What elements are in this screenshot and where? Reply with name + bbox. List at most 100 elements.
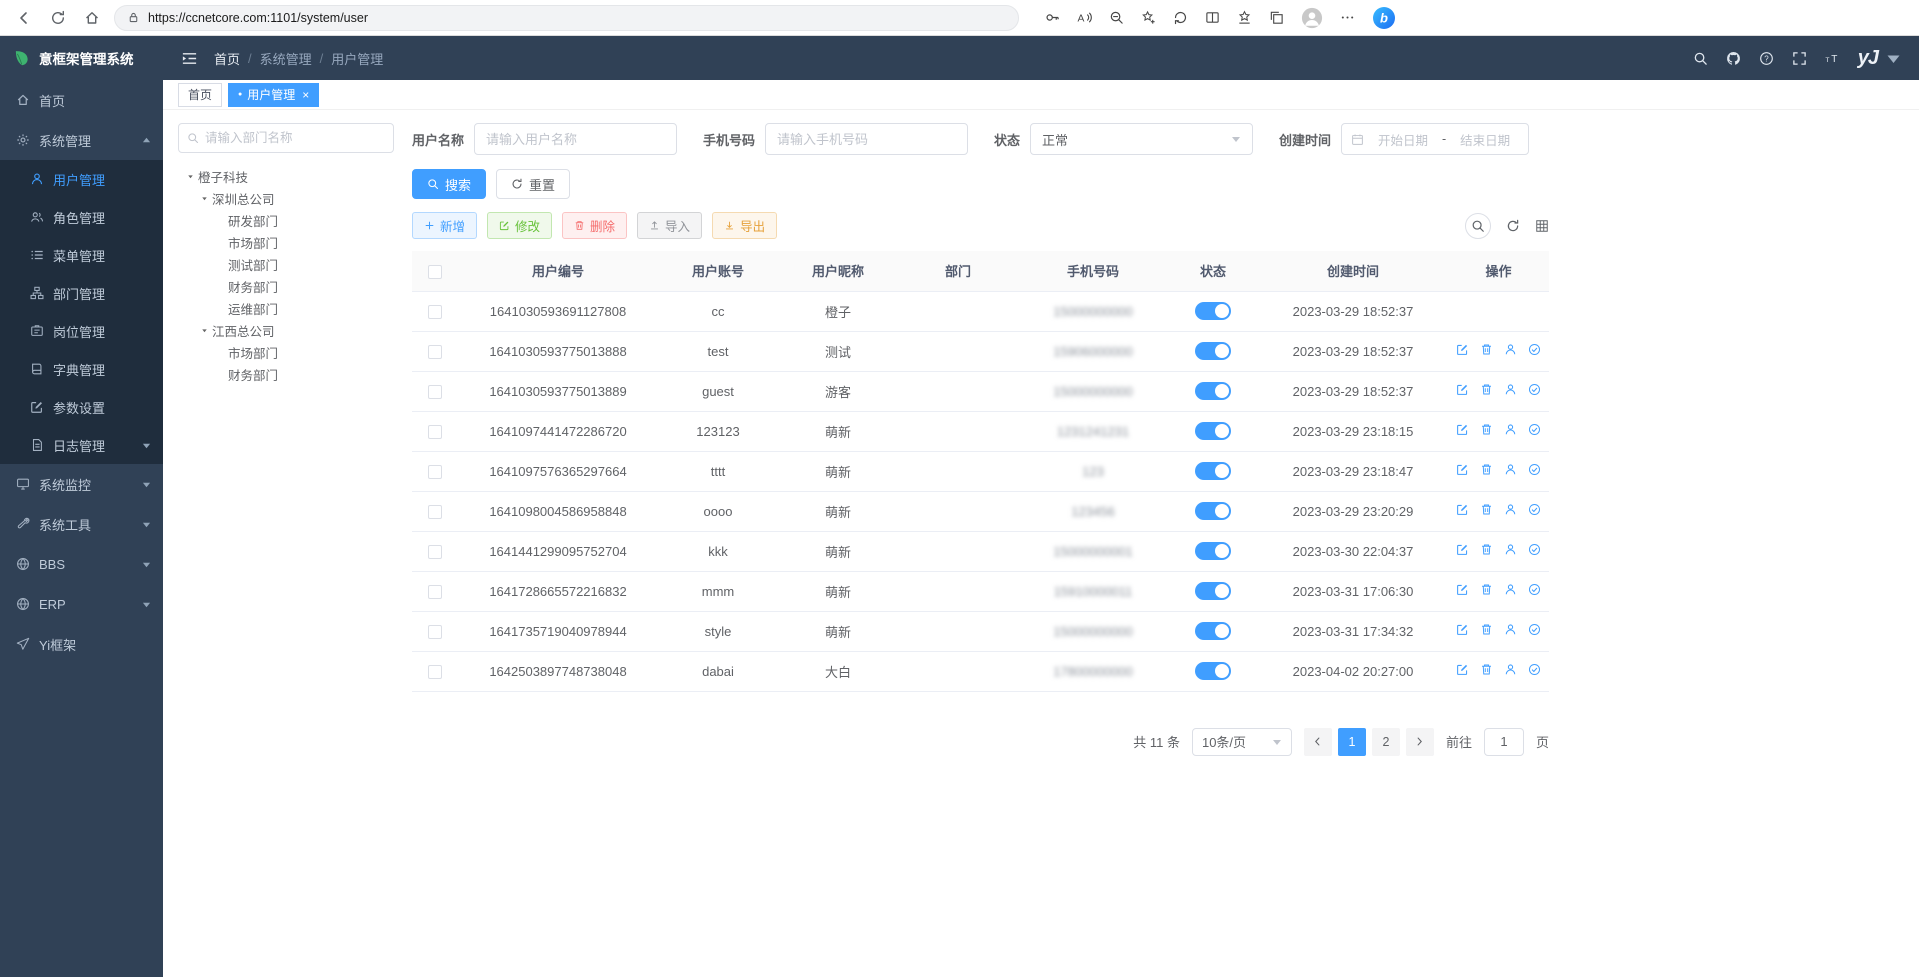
column-settings-icon[interactable] <box>1535 219 1549 233</box>
row-checkbox[interactable] <box>428 665 442 679</box>
edit-icon[interactable] <box>1456 383 1469 396</box>
edit-icon[interactable] <box>1456 663 1469 676</box>
browser-home-icon[interactable] <box>80 6 104 30</box>
status-toggle[interactable] <box>1195 502 1231 520</box>
check-circle-icon[interactable] <box>1528 423 1541 436</box>
status-toggle[interactable] <box>1195 622 1231 640</box>
user-icon[interactable] <box>1504 503 1517 516</box>
tree-node[interactable]: 财务部门 <box>178 275 394 297</box>
row-checkbox[interactable] <box>428 345 442 359</box>
dept-search-input[interactable] <box>205 131 385 145</box>
tab-item[interactable]: 首页 <box>178 83 222 107</box>
tree-node[interactable]: 橙子科技 <box>178 165 394 187</box>
sidebar-item[interactable]: Yi框架 <box>0 624 163 664</box>
tree-node[interactable]: 财务部门 <box>178 363 394 385</box>
edit-icon[interactable] <box>1456 503 1469 516</box>
row-checkbox[interactable] <box>428 505 442 519</box>
add-button[interactable]: 新增 <box>412 212 477 239</box>
edit-icon[interactable] <box>1456 343 1469 356</box>
row-checkbox[interactable] <box>428 385 442 399</box>
header-search-icon[interactable] <box>1693 51 1708 66</box>
tree-node[interactable]: 市场部门 <box>178 231 394 253</box>
page-number-button[interactable]: 1 <box>1338 728 1366 756</box>
edit-icon[interactable] <box>1456 423 1469 436</box>
status-toggle[interactable] <box>1195 542 1231 560</box>
check-circle-icon[interactable] <box>1528 463 1541 476</box>
collections-icon[interactable] <box>1269 10 1284 25</box>
bing-icon[interactable]: b <box>1372 6 1396 30</box>
user-icon[interactable] <box>1504 663 1517 676</box>
next-page-button[interactable] <box>1406 728 1434 756</box>
sidebar-item[interactable]: 首页 <box>0 80 163 120</box>
delete-icon[interactable] <box>1480 503 1493 516</box>
tree-node[interactable]: 测试部门 <box>178 253 394 275</box>
sidebar-item[interactable]: 系统管理 <box>0 120 163 160</box>
user-avatar[interactable]: yJ <box>1858 47 1878 70</box>
delete-icon[interactable] <box>1480 383 1493 396</box>
delete-button[interactable]: 删除 <box>562 212 627 239</box>
status-toggle[interactable] <box>1195 382 1231 400</box>
tree-node[interactable]: 运维部门 <box>178 297 394 319</box>
history-icon[interactable] <box>1173 10 1188 25</box>
tab-close-icon[interactable]: × <box>302 88 309 102</box>
sidebar-item[interactable]: 岗位管理 <box>0 312 163 350</box>
status-toggle[interactable] <box>1195 302 1231 320</box>
help-icon[interactable]: ? <box>1759 51 1774 66</box>
select-all-checkbox[interactable] <box>428 265 442 279</box>
row-checkbox[interactable] <box>428 425 442 439</box>
delete-icon[interactable] <box>1480 343 1493 356</box>
row-checkbox[interactable] <box>428 585 442 599</box>
status-toggle[interactable] <box>1195 422 1231 440</box>
font-size-icon[interactable]: TT <box>1825 51 1840 66</box>
date-range-picker[interactable]: 开始日期 - 结束日期 <box>1341 123 1529 155</box>
sidebar-item[interactable]: 系统监控 <box>0 464 163 504</box>
check-circle-icon[interactable] <box>1528 623 1541 636</box>
sidebar-item[interactable]: 菜单管理 <box>0 236 163 274</box>
delete-icon[interactable] <box>1480 583 1493 596</box>
delete-icon[interactable] <box>1480 463 1493 476</box>
status-toggle[interactable] <box>1195 662 1231 680</box>
user-icon[interactable] <box>1504 463 1517 476</box>
refresh-table-icon[interactable] <box>1506 219 1520 233</box>
edit-icon[interactable] <box>1456 463 1469 476</box>
prev-page-button[interactable] <box>1304 728 1332 756</box>
toggle-search-icon[interactable] <box>1465 213 1491 239</box>
split-screen-icon[interactable] <box>1205 10 1220 25</box>
edit-icon[interactable] <box>1456 543 1469 556</box>
sidebar-item[interactable]: 用户管理 <box>0 160 163 198</box>
user-icon[interactable] <box>1504 383 1517 396</box>
modify-button[interactable]: 修改 <box>487 212 552 239</box>
username-input[interactable] <box>474 123 677 155</box>
edit-icon[interactable] <box>1456 583 1469 596</box>
row-checkbox[interactable] <box>428 305 442 319</box>
favorites-icon[interactable] <box>1237 10 1252 25</box>
add-favorite-icon[interactable] <box>1141 10 1156 25</box>
status-select[interactable]: 正常 <box>1030 123 1253 155</box>
tree-node[interactable]: 深圳总公司 <box>178 187 394 209</box>
sidebar-toggle-icon[interactable] <box>181 50 198 67</box>
read-aloud-icon[interactable]: A <box>1077 10 1092 25</box>
row-checkbox[interactable] <box>428 465 442 479</box>
user-icon[interactable] <box>1504 623 1517 636</box>
user-icon[interactable] <box>1504 343 1517 356</box>
edit-icon[interactable] <box>1456 623 1469 636</box>
sidebar-item[interactable]: 系统工具 <box>0 504 163 544</box>
sidebar-item[interactable]: BBS <box>0 544 163 584</box>
search-button[interactable]: 搜索 <box>412 169 486 199</box>
tree-caret-icon[interactable] <box>196 194 212 203</box>
password-key-icon[interactable] <box>1045 10 1060 25</box>
status-toggle[interactable] <box>1195 582 1231 600</box>
reset-button[interactable]: 重置 <box>496 169 570 199</box>
status-toggle[interactable] <box>1195 462 1231 480</box>
browser-profile-avatar[interactable] <box>1301 7 1323 29</box>
check-circle-icon[interactable] <box>1528 383 1541 396</box>
sidebar-item[interactable]: 参数设置 <box>0 388 163 426</box>
tree-node[interactable]: 江西总公司 <box>178 319 394 341</box>
check-circle-icon[interactable] <box>1528 583 1541 596</box>
sidebar-item[interactable]: 字典管理 <box>0 350 163 388</box>
tree-node[interactable]: 研发部门 <box>178 209 394 231</box>
user-icon[interactable] <box>1504 543 1517 556</box>
sidebar-item[interactable]: ERP <box>0 584 163 624</box>
check-circle-icon[interactable] <box>1528 343 1541 356</box>
check-circle-icon[interactable] <box>1528 663 1541 676</box>
